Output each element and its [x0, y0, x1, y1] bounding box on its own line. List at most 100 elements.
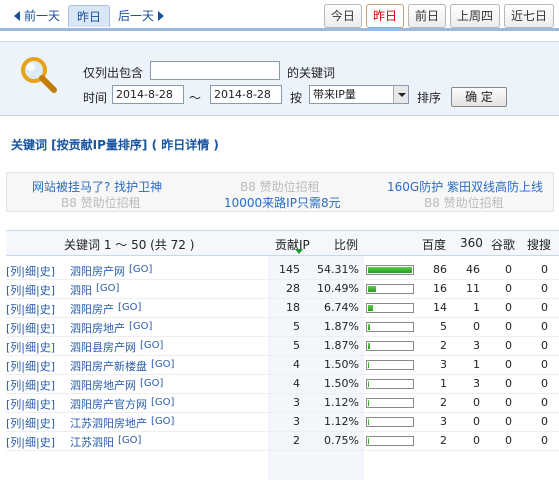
go-link[interactable]: [GO] — [129, 321, 152, 332]
yesterday-tab[interactable]: 昨日 — [68, 5, 111, 27]
period-last-thursday-button[interactable]: 上周四 — [449, 4, 500, 28]
ad-slot-2[interactable]: B8 赞助位招租 — [240, 178, 320, 195]
keyword-filter-input[interactable] — [150, 61, 280, 80]
baidu-count: 1 — [440, 377, 447, 390]
keyword-link[interactable]: 泗阳房地产 — [70, 320, 125, 336]
date-to-input[interactable] — [210, 85, 282, 104]
header-ratio: 比例 — [334, 238, 359, 252]
ratio-bar-fill — [368, 438, 369, 444]
baidu-count: 16 — [433, 282, 447, 295]
ip-count: 18 — [286, 301, 300, 314]
ad-link-1[interactable]: 网站被挂马了? 找护卫神 — [32, 178, 162, 195]
header-sogou[interactable]: 搜搜 — [527, 236, 551, 253]
baidu-count: 14 — [433, 301, 447, 314]
google-count: 0 — [505, 339, 512, 352]
period-yesterday-button[interactable]: 昨日 — [365, 4, 404, 28]
ratio-bar — [366, 379, 414, 389]
date-from-input[interactable] — [112, 85, 184, 104]
row-action-links[interactable]: [列|细|史] — [6, 301, 55, 317]
go-link[interactable]: [GO] — [151, 397, 174, 408]
table-row: [列|细|史] 江苏泗阳 2 0.75% 2 0 0 0 [GO] — [6, 432, 559, 451]
keyword-link[interactable]: 泗阳房地产网 — [70, 377, 136, 393]
go-link[interactable]: [GO] — [151, 359, 174, 370]
ad-slot-6[interactable]: B8 赞助位招租 — [424, 194, 504, 211]
google-count: 0 — [505, 301, 512, 314]
ad-link-5[interactable]: 10000来路IP只需8元 — [224, 194, 341, 211]
period-day-before-button[interactable]: 前日 — [407, 4, 446, 28]
ratio-bar-fill — [368, 267, 412, 273]
go-link[interactable]: [GO] — [151, 416, 174, 427]
ad-link-3[interactable]: 160G防护 紫田双线高防上线 — [387, 178, 543, 195]
row-action-links[interactable]: [列|细|史] — [6, 263, 55, 279]
ip-count: 3 — [293, 415, 300, 428]
ad-slot-4[interactable]: B8 赞助位招租 — [61, 194, 141, 211]
ip-count: 145 — [279, 263, 300, 276]
go-link[interactable]: [GO] — [118, 302, 141, 313]
keyword-link[interactable]: 泗阳县房产网 — [70, 339, 136, 355]
confirm-button[interactable]: 确 定 — [451, 87, 507, 107]
row-action-links[interactable]: [列|细|史] — [6, 282, 55, 298]
keyword-link[interactable]: 泗阳 — [70, 282, 92, 298]
time-label: 时间 — [83, 91, 108, 105]
baidu-count: 86 — [433, 263, 447, 276]
row-action-links[interactable]: [列|细|史] — [6, 396, 55, 412]
row-action-links[interactable]: [列|细|史] — [6, 377, 55, 393]
row-action-links[interactable]: [列|细|史] — [6, 358, 55, 374]
keyword-link[interactable]: 江苏泗阳 — [70, 434, 114, 450]
table-header: 关键词 1 ～ 50 (共 72 ) 贡献IP 比例 百度 360 谷歌 搜搜 — [6, 230, 559, 256]
keyword-link[interactable]: 泗阳房产 — [70, 301, 114, 317]
keyword-link[interactable]: 泗阳房产官方网 — [70, 396, 147, 412]
arrow-left-icon — [14, 11, 20, 21]
row-action-links[interactable]: [列|细|史] — [6, 415, 55, 431]
ratio-bar — [366, 303, 414, 313]
count-360: 1 — [473, 301, 480, 314]
ratio-percent: 1.12% — [324, 415, 359, 428]
ratio-bar — [366, 436, 414, 446]
row-action-links[interactable]: [列|细|史] — [6, 320, 55, 336]
count-360: 3 — [473, 377, 480, 390]
next-day-button[interactable]: 后一天 — [110, 5, 172, 27]
keyword-link[interactable]: 泗阳房产网 — [70, 263, 125, 279]
period-last-7-days-button[interactable]: 近七日 — [503, 4, 554, 28]
go-link[interactable]: [GO] — [140, 378, 163, 389]
header-google[interactable]: 谷歌 — [491, 236, 515, 253]
sogou-count: 0 — [541, 358, 548, 371]
google-count: 0 — [505, 263, 512, 276]
ratio-percent: 1.50% — [324, 377, 359, 390]
keyword-link[interactable]: 江苏泗阳房地产 — [70, 415, 147, 431]
header-360[interactable]: 360 — [460, 236, 483, 250]
ratio-bar-fill — [368, 343, 370, 349]
ratio-bar-fill — [368, 381, 369, 387]
ratio-bar — [366, 322, 414, 332]
row-action-links[interactable]: [列|细|史] — [6, 434, 55, 450]
period-today-button[interactable]: 今日 — [323, 4, 362, 28]
sogou-count: 0 — [541, 301, 548, 314]
ip-count: 28 — [286, 282, 300, 295]
go-link[interactable]: [GO] — [140, 340, 163, 351]
count-360: 3 — [473, 339, 480, 352]
keyword-link[interactable]: 泗阳房产新楼盘 — [70, 358, 147, 374]
header-baidu[interactable]: 百度 — [422, 236, 446, 253]
go-link[interactable]: [GO] — [129, 264, 152, 275]
ratio-percent: 1.50% — [324, 358, 359, 371]
google-count: 0 — [505, 320, 512, 333]
google-count: 0 — [505, 415, 512, 428]
sogou-count: 0 — [541, 396, 548, 409]
search-panel: 仅列出包含 的关键词 时间 ～ 按 带来IP量 排序 确 定 — [0, 41, 559, 116]
header-ip[interactable]: 贡献IP — [275, 236, 310, 253]
google-count: 0 — [505, 396, 512, 409]
ratio-percent: 6.74% — [324, 301, 359, 314]
prev-day-button[interactable]: 前一天 — [6, 5, 68, 27]
count-360: 0 — [473, 434, 480, 447]
sogou-count: 0 — [541, 339, 548, 352]
sort-label: 排序 — [417, 91, 442, 105]
go-link[interactable]: [GO] — [118, 435, 141, 446]
table-row: [列|细|史] 泗阳房产 18 6.74% 14 1 0 0 [GO] — [6, 299, 559, 318]
go-link[interactable]: [GO] — [96, 283, 119, 294]
row-action-links[interactable]: [列|细|史] — [6, 339, 55, 355]
ip-count: 4 — [293, 358, 300, 371]
google-count: 0 — [505, 282, 512, 295]
sort-select[interactable]: 带来IP量 — [309, 85, 409, 104]
table-row: [列|细|史] 泗阳县房产网 5 1.87% 2 3 0 0 [GO] — [6, 337, 559, 356]
google-count: 0 — [505, 434, 512, 447]
